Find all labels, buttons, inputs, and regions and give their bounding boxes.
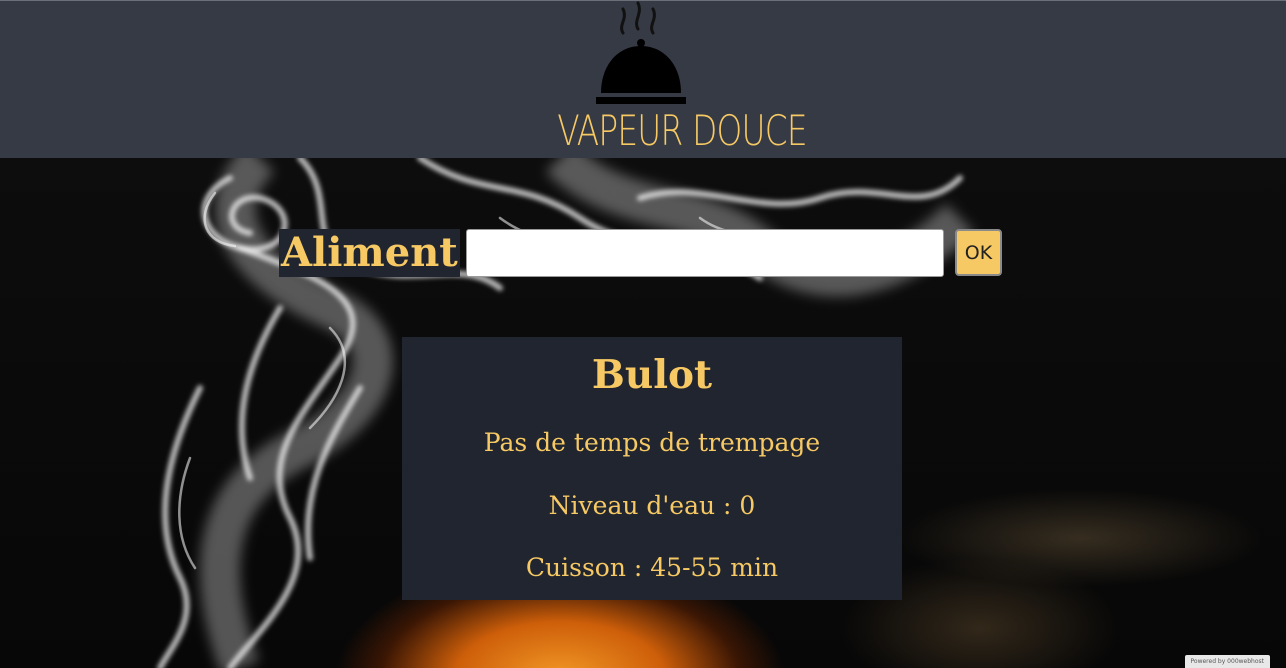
logo[interactable]: VAPEUR DOUCE: [533, 1, 808, 159]
logo-text: VAPEUR DOUCE: [557, 106, 807, 155]
aliment-input[interactable]: [466, 229, 944, 277]
result-title: Bulot: [591, 352, 713, 398]
powered-by-badge[interactable]: Powered by 000webhost: [1184, 655, 1270, 668]
aliment-label: Aliment: [279, 229, 460, 277]
result-card: Bulot Pas de temps de trempage Niveau d'…: [402, 337, 902, 600]
page: VAPEUR DOUCE Aliment OK Bulot Pas de tem…: [0, 0, 1286, 668]
steaming-cloche-icon: [596, 1, 686, 104]
cooking-time-text: Cuisson : 45-55 min: [525, 553, 779, 582]
ok-button[interactable]: OK: [955, 229, 1002, 276]
site-header: VAPEUR DOUCE: [0, 0, 1286, 158]
soak-time-text: Pas de temps de trempage: [483, 428, 821, 457]
water-level-text: Niveau d'eau : 0: [548, 491, 756, 520]
